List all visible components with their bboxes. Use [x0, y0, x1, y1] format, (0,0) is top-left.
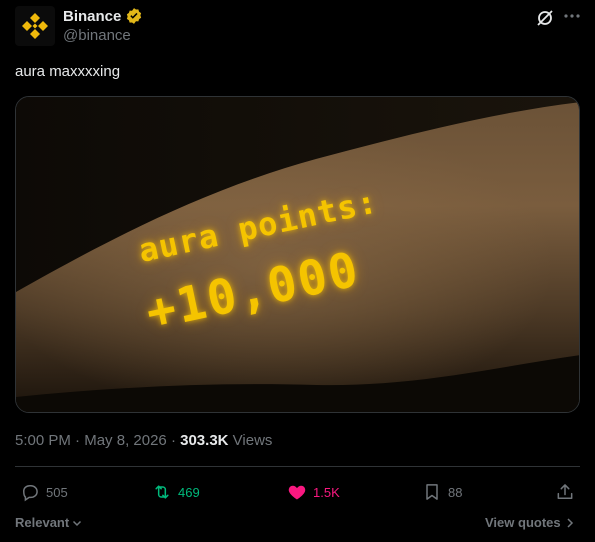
tweet-media[interactable]: aura points: +10,000 [15, 96, 580, 413]
bookmark-button[interactable]: 88 [422, 482, 462, 502]
binance-logo [22, 13, 48, 39]
share-button[interactable] [555, 482, 575, 502]
reply-count: 505 [46, 484, 68, 500]
tweet-date[interactable]: May 8, 2026 [84, 432, 167, 449]
heart-icon [288, 485, 306, 500]
view-quotes-label: View quotes [485, 515, 561, 530]
views-count: 303.3K [180, 432, 229, 449]
verified-badge-icon [127, 8, 142, 24]
reply-button[interactable]: 505 [20, 482, 68, 502]
divider [15, 466, 580, 467]
like-button[interactable]: 1.5K [287, 482, 340, 502]
share-icon [557, 484, 573, 499]
author-handle[interactable]: @binance [63, 27, 131, 44]
meta-separator: · [70, 432, 85, 449]
tweet-meta: 5:00 PM · May 8, 2026 · 303.3K Views [15, 432, 272, 449]
avatar[interactable] [15, 6, 55, 46]
grok-icon [537, 10, 553, 26]
repost-button[interactable]: 469 [152, 482, 200, 502]
bookmark-count: 88 [448, 484, 463, 500]
chevron-right-icon [567, 517, 573, 528]
tweet-text: aura maxxxxing [15, 63, 121, 80]
chevron-down-icon [73, 520, 82, 526]
grok-button[interactable] [535, 8, 555, 28]
media-image [16, 97, 579, 412]
sort-label: Relevant [15, 515, 70, 530]
repost-count: 469 [178, 484, 200, 500]
repost-icon [155, 485, 169, 499]
sort-dropdown[interactable]: Relevant [15, 515, 83, 530]
author-name-row: Binance [63, 7, 143, 25]
author-name[interactable]: Binance [63, 8, 121, 25]
more-icon [564, 14, 580, 18]
bookmark-icon [426, 484, 438, 500]
tweet-time[interactable]: 5:00 PM [15, 432, 71, 449]
views-label: Views [228, 432, 273, 449]
like-count: 1.5K [313, 484, 340, 500]
meta-separator: · [166, 432, 181, 449]
reply-icon [22, 485, 38, 502]
view-quotes-link[interactable]: View quotes [485, 515, 575, 530]
more-button[interactable] [562, 6, 582, 26]
